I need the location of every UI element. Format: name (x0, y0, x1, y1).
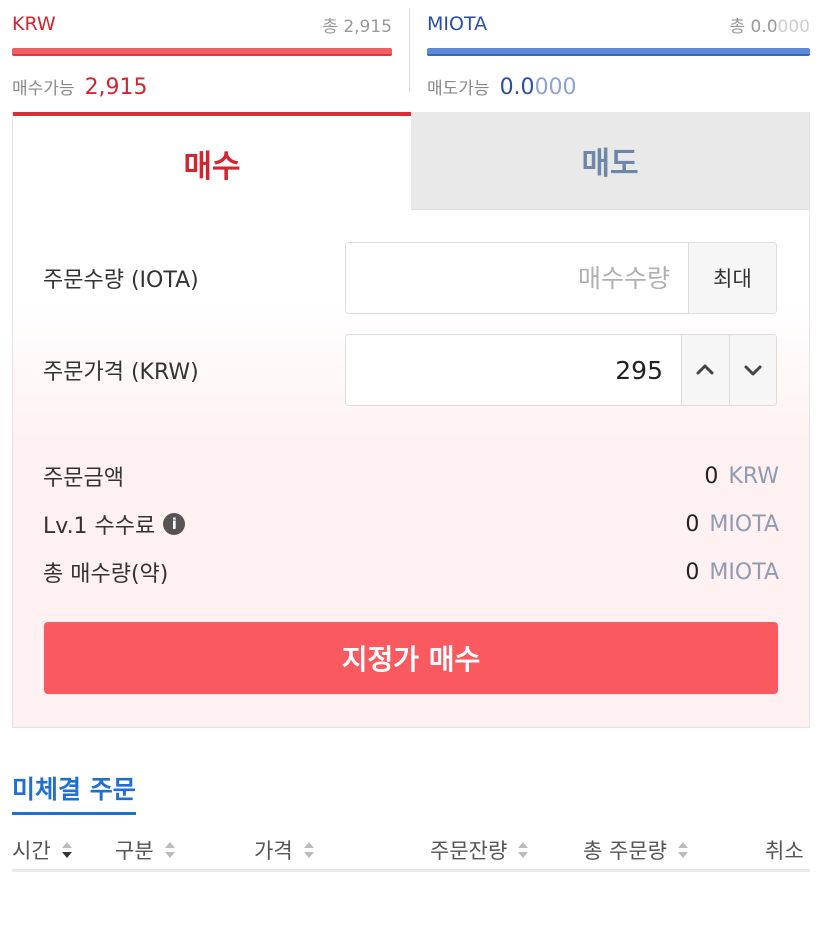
balance-divider (409, 8, 410, 92)
limit-buy-button[interactable]: 지정가 매수 (44, 622, 778, 694)
max-button[interactable]: 최대 (688, 243, 776, 313)
order-panel: 매수 매도 주문수량 (IOTA) 최대 주문가격 (KRW) 주문금액 0KR… (12, 112, 810, 728)
table-header-divider (12, 869, 810, 872)
col-cancel: 취소 (765, 839, 804, 863)
price-label: 주문가격 (KRW) (43, 360, 199, 385)
col-type[interactable]: 구분 (115, 834, 176, 866)
quantity-input[interactable] (346, 243, 688, 313)
order-amount-row: 주문금액 0 KRW (43, 458, 779, 494)
total-qty-value: 0 MIOTA (685, 559, 779, 585)
fee-row: Lv.1 수수료 i 0 MIOTA (43, 506, 779, 542)
krw-currency-label: KRW (12, 13, 56, 35)
quantity-field: 최대 (345, 242, 777, 314)
total-qty-row: 총 매수량(약) 0 MIOTA (43, 554, 779, 590)
pending-orders-tab[interactable]: 미체결 주문 (12, 770, 136, 815)
price-field (345, 334, 777, 406)
order-amount-label: 주문금액 (43, 466, 124, 491)
krw-balance: KRW 총 2,915 매수가능 2,915 (12, 0, 392, 100)
fee-value: 0 MIOTA (685, 511, 779, 537)
chevron-up-icon (696, 364, 714, 375)
order-tabs: 매수 매도 (13, 112, 809, 210)
miota-available: 매도가능 0.0000 (427, 75, 577, 100)
sort-icon (517, 838, 529, 862)
price-row: 주문가격 (KRW) (43, 334, 777, 406)
krw-available: 매수가능 2,915 (12, 75, 148, 100)
miota-balance: MIOTA 총 0.0000 매도가능 0.0000 (427, 0, 810, 100)
col-price[interactable]: 가격 (254, 834, 315, 866)
sort-icon (164, 838, 176, 862)
price-up-button[interactable] (681, 335, 729, 405)
sort-icon (61, 838, 73, 862)
price-down-button[interactable] (728, 335, 776, 405)
col-total-qty[interactable]: 총 주문량 (583, 834, 689, 866)
krw-available-value: 2,915 (84, 75, 148, 100)
price-input[interactable] (346, 335, 681, 405)
krw-total: 총 2,915 (322, 16, 392, 37)
miota-total: 총 0.0000 (729, 16, 810, 37)
miota-available-value: 0.0000 (499, 75, 577, 100)
order-amount-value: 0 KRW (704, 463, 779, 489)
chevron-down-icon (744, 365, 762, 376)
krw-balance-bar (12, 48, 392, 56)
tab-sell[interactable]: 매도 (411, 112, 809, 210)
quantity-row: 주문수량 (IOTA) 최대 (43, 242, 777, 314)
col-time[interactable]: 시간 (12, 834, 73, 866)
col-remaining[interactable]: 주문잔량 (430, 834, 529, 866)
miota-balance-bar (427, 48, 810, 56)
tab-buy[interactable]: 매수 (13, 112, 411, 210)
info-icon[interactable]: i (163, 513, 186, 535)
quantity-label: 주문수량 (IOTA) (43, 268, 199, 293)
fee-label: Lv.1 수수료 i (43, 508, 186, 540)
sort-icon (677, 838, 689, 862)
sort-icon (303, 838, 315, 862)
miota-currency-label: MIOTA (427, 13, 488, 35)
total-qty-label: 총 매수량(약) (43, 562, 169, 587)
